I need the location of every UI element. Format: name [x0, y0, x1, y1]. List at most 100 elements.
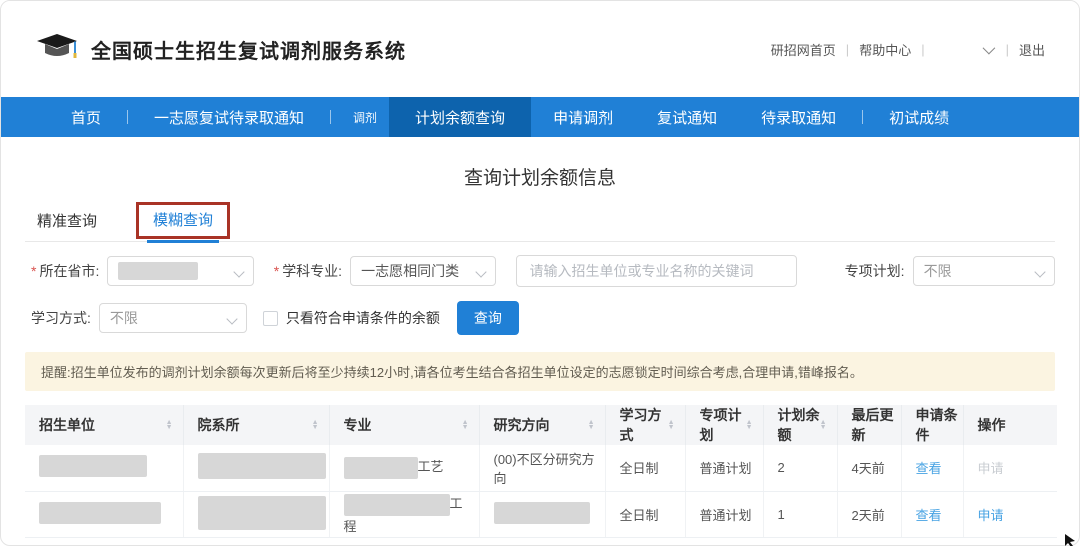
logout-link[interactable]: 退出 — [1019, 40, 1045, 59]
last-update-cell: 4天前 — [837, 445, 901, 491]
divider: | — [921, 42, 924, 57]
required-mark: * — [274, 263, 279, 279]
search-button[interactable]: 查询 — [457, 301, 519, 335]
province-label: *所在省市: — [31, 261, 99, 281]
subject-label: *学科专业: — [274, 261, 342, 281]
col-header-balance[interactable]: 计划余额▲▼ — [763, 405, 837, 445]
col-header-study-mode[interactable]: 学习方式▲▼ — [605, 405, 685, 445]
brand: 全国硕士生招生复试调剂服务系统 — [35, 32, 406, 66]
main-content: 查询计划余额信息 精准查询 模糊查询 *所在省市: *学科专业: 一志愿相同门类 — [1, 163, 1079, 538]
tab-precise-query[interactable]: 精准查询 — [31, 210, 103, 241]
nav-divider — [862, 110, 863, 124]
divider: | — [846, 42, 849, 57]
special-plan-select[interactable]: 不限 — [913, 256, 1055, 286]
chevron-down-icon[interactable] — [982, 41, 995, 54]
apply-link[interactable]: 申请 — [978, 508, 1004, 523]
sort-icon[interactable]: ▲▼ — [668, 420, 675, 430]
department-redacted — [198, 496, 326, 530]
col-header-action: 操作 — [963, 405, 1057, 445]
header-links: 研招网首页 | 帮助中心 | | 退出 — [771, 40, 1045, 59]
col-header-major[interactable]: 专业▲▼ — [329, 405, 479, 445]
graduation-cap-icon — [35, 32, 79, 66]
nav-item-apply-tiaoji[interactable]: 申请调剂 — [531, 97, 635, 137]
nav-divider — [127, 110, 128, 124]
col-header-apply-condition: 申请条件 — [901, 405, 963, 445]
nav-item-plan-balance-query[interactable]: 计划余额查询 — [389, 97, 531, 137]
special-plan-cell: 普通计划 — [685, 491, 763, 537]
tab-fuzzy-query[interactable]: 模糊查询 — [147, 209, 219, 243]
top-header: 全国硕士生招生复试调剂服务系统 研招网首页 | 帮助中心 | | 退出 — [1, 1, 1079, 97]
filter-form: *所在省市: *学科专业: 一志愿相同门类 专项计划: 不限 学习方式 — [25, 255, 1055, 335]
sort-icon[interactable]: ▲▼ — [588, 420, 595, 430]
col-header-special-plan[interactable]: 专项计划▲▼ — [685, 405, 763, 445]
checkbox-icon[interactable] — [263, 311, 278, 326]
nav-item-initial-scores[interactable]: 初试成绩 — [867, 97, 971, 137]
nav-item-home[interactable]: 首页 — [49, 97, 123, 137]
special-plan-cell: 普通计划 — [685, 445, 763, 491]
nav-divider — [330, 110, 331, 124]
unit-redacted — [39, 502, 161, 524]
subject-select-value: 一志愿相同门类 — [361, 261, 459, 281]
study-mode-select[interactable]: 不限 — [99, 303, 247, 333]
direction-cell: (00)不区分研究方向 — [479, 445, 605, 491]
province-select[interactable] — [107, 256, 253, 286]
view-condition-link[interactable]: 查看 — [916, 508, 942, 523]
col-header-last-update: 最后更新 — [837, 405, 901, 445]
sort-icon[interactable]: ▲▼ — [462, 420, 469, 430]
special-plan-select-value: 不限 — [924, 261, 952, 281]
sort-icon[interactable]: ▲▼ — [746, 420, 753, 430]
table-row: 工程 全日制 普通计划 1 2天前 查看 申请 — [25, 491, 1057, 537]
col-header-direction[interactable]: 研究方向▲▼ — [479, 405, 605, 445]
unit-redacted — [39, 455, 147, 477]
direction-redacted — [494, 502, 590, 524]
chevron-down-icon — [226, 313, 237, 324]
department-redacted — [198, 453, 326, 479]
main-nav: 首页 一志愿复试待录取通知 调剂 计划余额查询 申请调剂 复试通知 待录取通知 … — [1, 97, 1079, 137]
nav-group-label-tiaoji: 调剂 — [335, 97, 389, 137]
major-redacted — [344, 457, 418, 479]
chevron-down-icon — [1034, 266, 1045, 277]
username-redacted — [935, 42, 981, 56]
nav-item-first-choice-notice[interactable]: 一志愿复试待录取通知 — [132, 97, 326, 137]
form-row-2: 学习方式: 不限 只看符合申请条件的余额 查询 — [25, 301, 1055, 335]
keyword-input[interactable] — [516, 255, 796, 287]
study-mode-label: 学习方式: — [31, 308, 91, 328]
major-redacted — [344, 494, 450, 516]
mouse-cursor-icon — [1064, 533, 1078, 546]
last-update-cell: 2天前 — [837, 491, 901, 537]
apply-link-disabled: 申请 — [978, 461, 1004, 476]
eligible-only-label: 只看符合申请条件的余额 — [286, 308, 440, 328]
eligible-only-checkbox-wrap[interactable]: 只看符合申请条件的余额 — [263, 308, 440, 328]
nav-item-admission-notice[interactable]: 待录取通知 — [739, 97, 858, 137]
study-mode-cell: 全日制 — [605, 491, 685, 537]
page-title: 查询计划余额信息 — [25, 163, 1055, 190]
reminder-banner: 提醒:招生单位发布的调剂计划余额每次更新后将至少持续12小时,请各位考生结合各招… — [25, 352, 1055, 391]
yzw-home-link[interactable]: 研招网首页 — [771, 40, 836, 59]
major-suffix: 工艺 — [418, 459, 444, 474]
province-value-redacted — [118, 262, 198, 280]
subject-select[interactable]: 一志愿相同门类 — [350, 256, 496, 286]
sort-icon[interactable]: ▲▼ — [820, 420, 827, 430]
tab-fuzzy-query-label: 模糊查询 — [153, 212, 213, 229]
sort-icon[interactable]: ▲▼ — [312, 420, 319, 430]
app-window: 全国硕士生招生复试调剂服务系统 研招网首页 | 帮助中心 | | 退出 首页 一… — [0, 0, 1080, 546]
app-title: 全国硕士生招生复试调剂服务系统 — [91, 35, 406, 64]
table-row: 工艺 (00)不区分研究方向 全日制 普通计划 2 4天前 查看 申请 — [25, 445, 1057, 491]
chevron-down-icon — [233, 266, 244, 277]
divider: | — [1006, 42, 1009, 57]
required-mark: * — [31, 263, 36, 279]
help-center-link[interactable]: 帮助中心 — [859, 40, 911, 59]
col-header-unit[interactable]: 招生单位▲▼ — [25, 405, 183, 445]
chevron-down-icon — [476, 266, 487, 277]
balance-table: 招生单位▲▼ 院系所▲▼ 专业▲▼ 研究方向▲▼ 学习方式▲▼ 专项计划▲▼ 计… — [25, 405, 1057, 538]
balance-cell: 2 — [763, 445, 837, 491]
balance-cell: 1 — [763, 491, 837, 537]
sort-icon[interactable]: ▲▼ — [166, 420, 173, 430]
study-mode-select-value: 不限 — [110, 308, 138, 328]
special-plan-label: 专项计划: — [845, 261, 905, 281]
nav-item-retest-notice[interactable]: 复试通知 — [635, 97, 739, 137]
col-header-department[interactable]: 院系所▲▼ — [183, 405, 329, 445]
study-mode-cell: 全日制 — [605, 445, 685, 491]
table-header-row: 招生单位▲▼ 院系所▲▼ 专业▲▼ 研究方向▲▼ 学习方式▲▼ 专项计划▲▼ 计… — [25, 405, 1057, 445]
view-condition-link[interactable]: 查看 — [916, 461, 942, 476]
